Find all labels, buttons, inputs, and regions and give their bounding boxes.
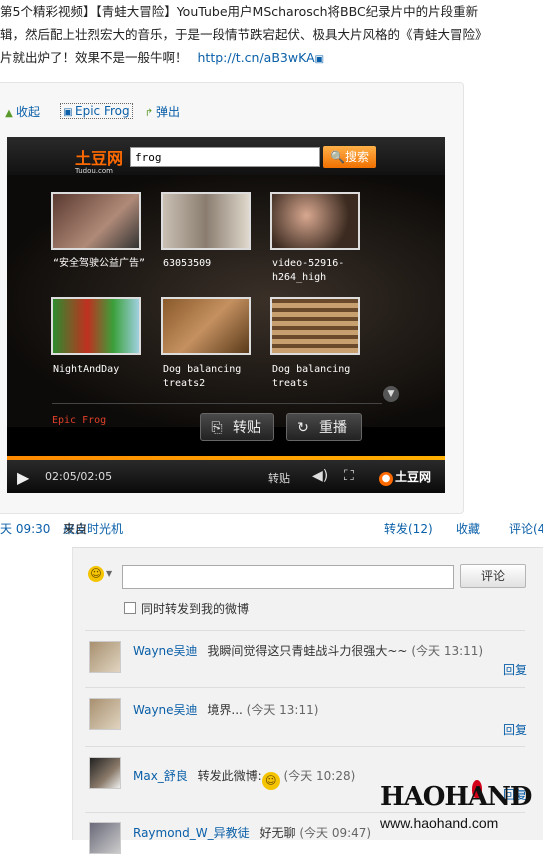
result-caption[interactable]: Dog balancing treats (272, 363, 372, 391)
playback-time: 02:05/02:05 (45, 470, 113, 483)
player-header: 土豆网 Tudou.com frog 🔍搜索 (7, 137, 445, 175)
comment-count-link[interactable]: 评论(4 (509, 520, 543, 537)
popout-label: 弹出 (156, 105, 181, 119)
avatar[interactable] (89, 641, 121, 673)
comment-text: 好无聊 (259, 826, 296, 840)
video-link-icon[interactable]: ▣ (315, 54, 324, 65)
result-caption[interactable]: 63053509 (163, 257, 263, 271)
popout-button[interactable]: ↱ 弹出 (144, 103, 180, 120)
tudou-logo: 土豆网 Tudou.com (75, 145, 123, 175)
player-search-button[interactable]: 🔍搜索 (323, 146, 376, 168)
repost-video-button[interactable]: ⎘ 转贴 (200, 413, 274, 441)
post-source: 来自 皮皮时光机 (63, 520, 123, 537)
comment-time: (今天 13:11) (246, 703, 319, 717)
play-icon[interactable]: ▶ (17, 468, 29, 487)
chevron-down-icon[interactable]: ▼ (383, 386, 399, 402)
repost-checkbox-label: 同时转发到我的微博 (141, 602, 250, 616)
comment-user[interactable]: Raymond_W_异教徒 (133, 826, 250, 840)
popout-arrow-icon: ↱ (144, 108, 154, 119)
avatar[interactable] (89, 822, 121, 854)
result-thumbnail[interactable] (161, 297, 251, 355)
post-line-3-text: 片就出炉了！效果不是一般牛啊！ (0, 50, 188, 65)
collapse-label: 收起 (16, 105, 41, 119)
post-line-2: 辑，然后配上壮烈宏大的音乐，于是一段情节跌宕起伏、极具大片风格的《青蛙大冒险》 (0, 27, 488, 42)
comment-item: Wayne吴迪 我瞬间觉得这只青蛙战斗力很强大~~ (今天 13:11) (133, 642, 483, 659)
post-meta: 天 09:30 来自 皮皮时光机 转发(12) 收藏 评论(4 (0, 520, 543, 538)
replay-label: 重播 (319, 420, 347, 436)
replay-button[interactable]: ↻ 重播 (286, 413, 362, 441)
dropdown-caret-icon[interactable]: ▼ (106, 569, 112, 578)
player-divider (52, 403, 382, 404)
result-thumbnail[interactable] (161, 192, 251, 250)
related-videos-grid: “安全驾驶公益广告” 63053509 video-52916-h264_hig… (7, 175, 445, 427)
comment-item: Wayne吴迪 境界... (今天 13:11) (133, 701, 318, 718)
result-caption[interactable]: NightAndDay (53, 363, 153, 377)
comment-time: (今天 09:47) (299, 826, 372, 840)
result-caption[interactable]: Dog balancing treats2 (163, 363, 263, 391)
comment-divider (85, 687, 525, 688)
footer-brand: ● 土豆网 (379, 468, 431, 486)
tudou-icon: ● (379, 472, 393, 486)
comment-text: 转发此微博: (197, 769, 262, 783)
smiley-emoticon-icon: ☺ (261, 772, 280, 790)
video-title-link[interactable]: ▣ Epic Frog (60, 103, 133, 119)
favorite-link[interactable]: 收藏 (456, 520, 480, 537)
collapse-button[interactable]: ▲ 收起 (4, 103, 40, 120)
result-thumbnail[interactable] (51, 192, 141, 250)
video-player[interactable]: 土豆网 Tudou.com frog 🔍搜索 “安全驾驶公益广告” 630535… (7, 137, 445, 493)
comment-text: 境界... (207, 703, 243, 717)
share-icon: ⎘ (211, 420, 223, 436)
post-time[interactable]: 天 09:30 (0, 520, 50, 537)
comment-time: (今天 13:11) (411, 644, 484, 658)
avatar[interactable] (89, 757, 121, 789)
player-search-input[interactable]: frog (130, 147, 320, 167)
comment-item: Max_舒良 转发此微博: ☺ (今天 10:28) (133, 767, 355, 790)
post-line-1: 第5个精彩视频】【青蛙大冒险】YouTube用户MScharosch将BBC纪录… (0, 4, 479, 19)
brand-sub: Tudou.com (75, 167, 113, 175)
brand-name: 土豆网 (75, 149, 124, 168)
comment-user[interactable]: Wayne吴迪 (133, 703, 198, 717)
footer-brand-label: 土豆网 (395, 470, 432, 484)
haohand-watermark: HAOHAND www.haohand.com (372, 780, 543, 839)
source-prefix: 来自 (63, 522, 88, 536)
result-thumbnail[interactable] (270, 297, 360, 355)
player-controls: ▶ 02:05/02:05 转贴 ◀) ⛶ ● 土豆网 (7, 460, 445, 493)
comment-item: Raymond_W_异教徒 好无聊 (今天 09:47) (133, 824, 371, 841)
comment-divider (85, 630, 525, 631)
watermark-url: www.haohand.com (380, 815, 499, 831)
result-caption[interactable]: video-52916-h264_high (272, 257, 372, 285)
comment-input[interactable] (122, 565, 454, 589)
watermark-name: HAOHAND (380, 782, 532, 812)
search-icon: 🔍 (330, 150, 345, 164)
player-video-title: Epic Frog (52, 415, 107, 426)
emoji-icon[interactable]: ☺ (88, 566, 104, 582)
reply-link[interactable]: 回复 (503, 721, 527, 738)
comment-user[interactable]: Wayne吴迪 (133, 644, 198, 658)
reply-link[interactable]: 回复 (503, 661, 527, 678)
result-caption[interactable]: “安全驾驶公益广告” (53, 257, 153, 271)
result-thumbnail[interactable] (51, 297, 141, 355)
search-button-label: 搜索 (344, 150, 369, 164)
result-thumbnail[interactable] (270, 192, 360, 250)
comment-time: (今天 10:28) (283, 769, 356, 783)
post-link[interactable]: http://t.cn/aB3wKA (198, 50, 315, 65)
repost-checkbox[interactable] (124, 602, 136, 614)
volume-icon[interactable]: ◀) (312, 468, 328, 484)
comment-text: 我瞬间觉得这只青蛙战斗力很强大~~ (207, 644, 408, 658)
video-icon: ▣ (63, 107, 73, 118)
repost-count-link[interactable]: 转发(12) (384, 520, 433, 537)
avatar[interactable] (89, 698, 121, 730)
fullscreen-icon[interactable]: ⛶ (344, 468, 354, 484)
comment-divider (85, 746, 525, 747)
replay-icon: ↻ (297, 420, 309, 436)
comment-submit-button[interactable]: 评论 (460, 564, 526, 588)
video-title-label: Epic Frog (75, 104, 130, 118)
repost-video-label: 转贴 (233, 420, 261, 436)
share-button[interactable]: 转贴 (268, 470, 290, 486)
up-arrow-icon: ▲ (5, 108, 13, 119)
post-line-3: 片就出炉了！效果不是一般牛啊！ http://t.cn/aB3wKA▣ (0, 46, 324, 71)
comment-user[interactable]: Max_舒良 (133, 769, 188, 783)
